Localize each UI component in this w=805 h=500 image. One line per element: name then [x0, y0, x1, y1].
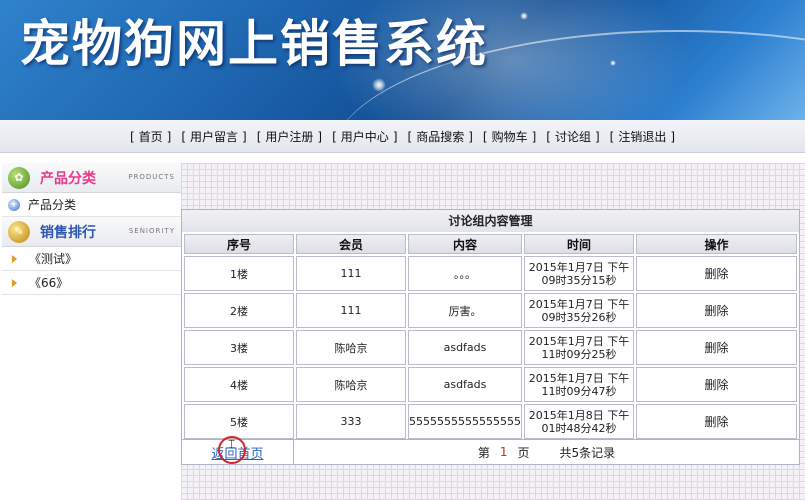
delete-button[interactable]: 删除 [635, 367, 797, 402]
floor-cell: 3楼 [184, 330, 294, 365]
member-cell: 333 [296, 404, 406, 439]
content-cell: asdfads [408, 367, 522, 402]
sidebar: ✿ 产品分类 PRODUCTS + 产品分类 ✎ 销售排行 SENIORITY … [2, 163, 181, 500]
products-header: ✿ 产品分类 PRODUCTS [2, 163, 181, 193]
pagination: 第 1 页 共5条记录 [294, 444, 799, 461]
page-prefix: 第 [477, 445, 490, 460]
nav-item-cart[interactable]: [购物车] [483, 128, 536, 145]
discussion-board-panel: 讨论组内容管理 序号 会员 内容 时间 操作 1楼 111 。。。 2015年1… [181, 209, 800, 453]
ranking-header-title: 销售排行 [40, 224, 96, 241]
arrow-right-icon [12, 278, 17, 287]
member-cell: 111 [296, 256, 406, 291]
member-cell: 陈哈京 [296, 367, 406, 402]
plus-icon: + [8, 198, 20, 211]
time-cell: 2015年1月7日 下午 09时35分26秒 [523, 293, 634, 328]
main-content: 讨论组内容管理 序号 会员 内容 时间 操作 1楼 111 。。。 2015年1… [181, 163, 805, 500]
content-cell: 5555555555555555 [408, 404, 522, 439]
column-header: 内容 [408, 234, 522, 254]
banner-star [520, 12, 528, 20]
banner-star [610, 60, 616, 66]
time-cell: 2015年1月7日 下午 11时09分47秒 [523, 367, 634, 402]
nav-item-user-center[interactable]: [用户中心] [332, 128, 397, 145]
table-row: 5楼 333 5555555555555555 2015年1月8日 下午 01时4… [184, 404, 797, 439]
floor-cell: 1楼 [184, 256, 294, 291]
site-title: 宠物狗网上销售系统 [20, 15, 488, 73]
banner-star [372, 78, 386, 92]
delete-button[interactable]: 删除 [635, 256, 797, 291]
column-header: 操作 [635, 234, 797, 254]
member-cell: 111 [296, 293, 406, 328]
content-cell: asdfads [408, 330, 522, 365]
nav-item-home[interactable]: [首页] [130, 128, 171, 145]
discussion-table: 序号 会员 内容 时间 操作 1楼 111 。。。 2015年1月7日 下午 09… [182, 232, 799, 441]
time-cell: 2015年1月7日 下午 11时09分25秒 [523, 330, 634, 365]
ranking-header: ✎ 销售排行 SENIORITY [2, 217, 181, 247]
delete-button[interactable]: 删除 [635, 293, 797, 328]
table-row: 3楼 陈哈京 asdfads 2015年1月7日 下午 11时09分25秒 删除 [184, 330, 797, 365]
member-cell: 陈哈京 [296, 330, 406, 365]
panel-title: 讨论组内容管理 [182, 210, 799, 232]
content-cell: 。。。 [408, 256, 522, 291]
text-cursor-icon: ⌶ [228, 437, 236, 451]
page-suffix: 页 [517, 445, 530, 460]
floor-cell: 2楼 [184, 293, 294, 328]
sidebar-item-label: 产品分类 [28, 198, 77, 212]
ranking-item-label: 《66》 [29, 276, 69, 290]
nav-item-messages[interactable]: [用户留言] [181, 128, 246, 145]
record-total: 共5条记录 [559, 445, 616, 460]
table-row: 2楼 111 厉害。 2015年1月7日 下午 09时35分26秒 删除 [184, 293, 797, 328]
ranking-item[interactable]: 《测试》 [2, 247, 181, 271]
content-cell: 厉害。 [408, 293, 522, 328]
time-cell: 2015年1月8日 下午 01时48分42秒 [523, 404, 634, 439]
nav-item-discussion[interactable]: [讨论组] [546, 128, 599, 145]
table-row: 4楼 陈哈京 asdfads 2015年1月7日 下午 11时09分47秒 删除 [184, 367, 797, 402]
table-header-row: 序号 会员 内容 时间 操作 [184, 234, 797, 254]
back-cell: 返回首页 ⌶ [182, 436, 294, 464]
table-row: 1楼 111 。。。 2015年1月7日 下午 09时35分15秒 删除 [184, 256, 797, 291]
arrow-right-icon [12, 254, 17, 263]
site-banner: 宠物狗网上销售系统 [0, 0, 805, 120]
column-header: 序号 [184, 234, 294, 254]
ranking-item[interactable]: 《66》 [2, 271, 181, 295]
column-header: 时间 [523, 234, 634, 254]
table-footer: 返回首页 ⌶ 第 1 页 共5条记录 [181, 436, 800, 465]
ranking-header-subtitle: SENIORITY [128, 227, 175, 235]
ranking-badge-icon: ✎ [8, 220, 30, 243]
floor-cell: 4楼 [184, 367, 294, 402]
floor-cell: 5楼 [184, 404, 294, 439]
column-header: 会员 [296, 234, 406, 254]
nav-item-product-search[interactable]: [商品搜索] [408, 128, 473, 145]
sidebar-item-product-category[interactable]: + 产品分类 [2, 193, 181, 217]
category-badge-icon: ✿ [8, 166, 30, 189]
main-nav: [首页] [用户留言] [用户注册] [用户中心] [商品搜索] [购物车] [… [0, 120, 805, 153]
delete-button[interactable]: 删除 [635, 404, 797, 439]
products-header-title: 产品分类 [40, 170, 96, 187]
delete-button[interactable]: 删除 [635, 330, 797, 365]
products-header-subtitle: PRODUCTS [128, 173, 175, 181]
nav-item-logout[interactable]: [注销退出] [610, 128, 675, 145]
page-number[interactable]: 1 [500, 445, 508, 459]
time-cell: 2015年1月7日 下午 09时35分15秒 [523, 256, 634, 291]
ranking-item-label: 《测试》 [29, 252, 78, 266]
nav-item-register[interactable]: [用户注册] [257, 128, 322, 145]
